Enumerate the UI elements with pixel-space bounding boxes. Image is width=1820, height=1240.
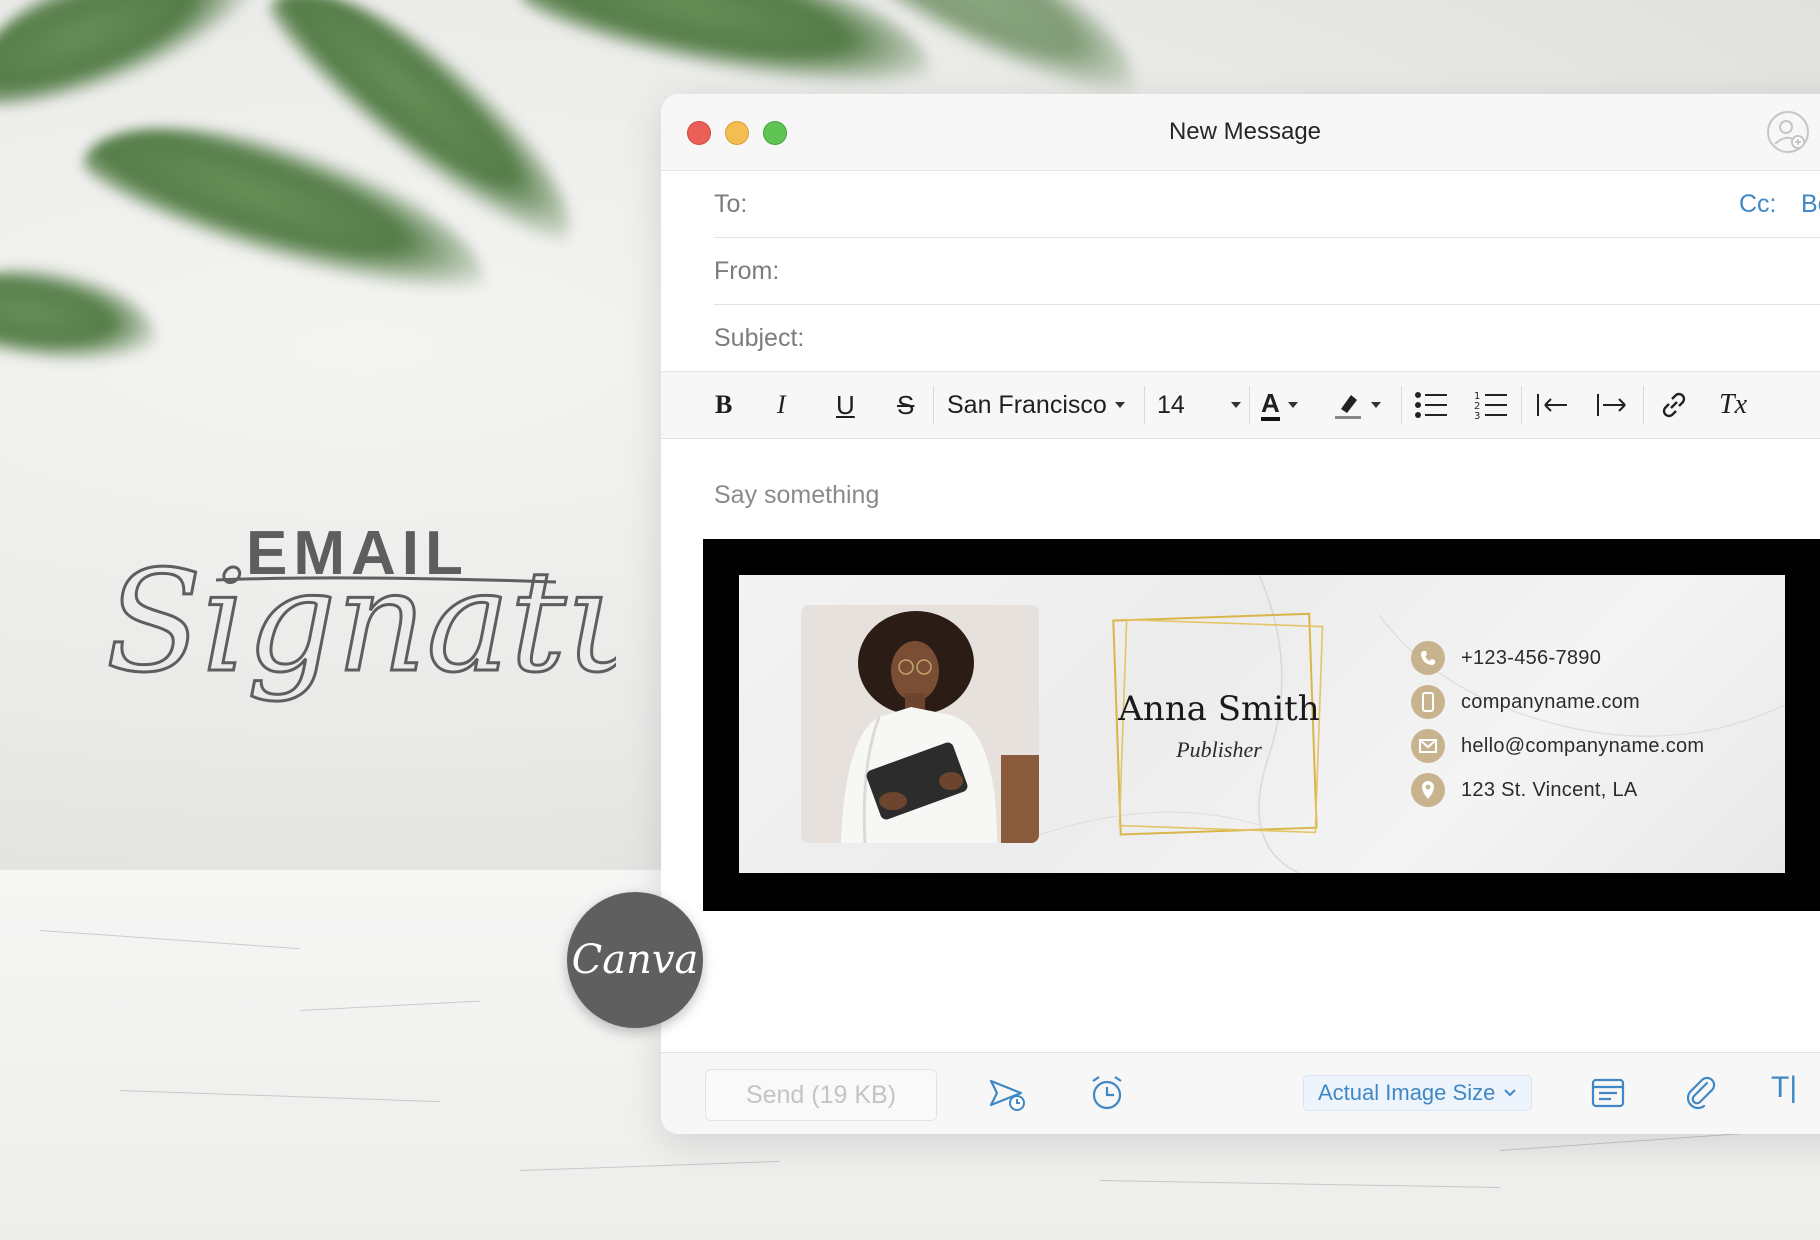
alarm-clock-icon[interactable] [1087,1073,1127,1113]
contact-text: hello@companyname.com [1461,734,1705,757]
font-family-select[interactable]: San Francisco [947,386,1125,424]
from-field-row[interactable]: From: [714,238,1820,305]
contact-text: companyname.com [1461,690,1641,713]
mail-compose-window: New Message To: Cc: Bcc: From: Subject: … [661,94,1820,1134]
image-size-value: Actual Image Size [1318,1080,1496,1105]
cc-button[interactable]: Cc: [1739,190,1777,219]
from-label: From: [714,257,780,285]
hero-signature-script: Signature [105,540,617,706]
bulleted-list-icon[interactable] [1413,386,1449,424]
message-body[interactable]: Say something Anna Smith Publisher +123-… [661,439,1820,1059]
mail-icon [1411,729,1445,763]
name-frame: Anna Smith Publisher [1109,611,1329,839]
add-contact-icon[interactable] [1766,110,1810,154]
signature-image-frame[interactable]: Anna Smith Publisher +123-456-7890 compa… [703,539,1820,911]
text-format-icon[interactable]: T| [1771,1071,1811,1111]
phone-icon [1411,641,1445,675]
bold-button[interactable]: B [715,386,732,424]
font-family-value: San Francisco [947,390,1107,419]
signature-role: Publisher [1176,737,1262,762]
body-placeholder: Say something [714,481,880,509]
svg-text:3: 3 [1474,411,1480,422]
subject-label: Subject: [714,324,805,352]
format-toolbar: B I U S San Francisco 14 A 1 2 3 Tx [661,371,1820,439]
to-field-row[interactable]: To: Cc: Bcc: [714,171,1820,238]
strikethrough-button[interactable]: S [897,386,914,424]
compose-bottom-bar: Send (19 KB) Actual Image Size T| [661,1052,1820,1134]
increase-indent-icon[interactable] [1593,386,1631,424]
text-color-button[interactable]: A [1261,386,1298,424]
canva-badge: Canva [567,892,703,1028]
italic-button[interactable]: I [777,386,786,424]
woman-with-tablet-image [801,605,1039,843]
signature-card: Anna Smith Publisher +123-456-7890 compa… [739,575,1785,873]
underline-button[interactable]: U [836,386,855,424]
highlighter-icon [1335,395,1361,419]
subject-field-row[interactable]: Subject: [714,305,1820,371]
send-later-icon[interactable] [987,1073,1027,1113]
bcc-button[interactable]: Bcc: [1801,190,1820,219]
chevron-down-icon [1504,1089,1517,1097]
chevron-down-icon [1230,402,1241,408]
chevron-down-icon [1287,402,1298,408]
clear-formatting-button[interactable]: Tx [1719,386,1747,424]
text-color-icon: A [1261,389,1280,421]
font-size-value: 14 [1157,390,1185,419]
contact-address: 123 St. Vincent, LA [1411,773,1638,807]
contact-email: hello@companyname.com [1411,729,1704,763]
window-title: New Message [1168,118,1322,145]
hero-signature-text: Signature [106,541,616,704]
image-size-select[interactable]: Actual Image Size [1303,1075,1533,1111]
mobile-icon [1411,685,1445,719]
attachment-icon[interactable] [1681,1073,1721,1113]
signature-name: Anna Smith [1118,689,1320,729]
contact-website: companyname.com [1411,685,1640,719]
send-button[interactable]: Send (19 KB) [705,1069,937,1121]
contact-text: 123 St. Vincent, LA [1461,778,1638,801]
chevron-down-icon [1371,402,1381,408]
highlight-button[interactable] [1333,386,1381,424]
location-icon [1411,773,1445,807]
contact-text: +123-456-7890 [1461,646,1602,669]
title-bar: New Message [661,94,1820,171]
contact-phone: +123-456-7890 [1411,641,1601,675]
decrease-indent-icon[interactable] [1533,386,1571,424]
header-fields-icon[interactable] [1589,1073,1629,1113]
profile-photo [801,605,1039,843]
to-label: To: [714,190,748,218]
chevron-down-icon [1114,402,1125,408]
font-size-select[interactable]: 14 [1157,386,1241,424]
numbered-list-icon[interactable]: 1 2 3 [1473,386,1509,424]
link-icon[interactable] [1656,386,1692,424]
